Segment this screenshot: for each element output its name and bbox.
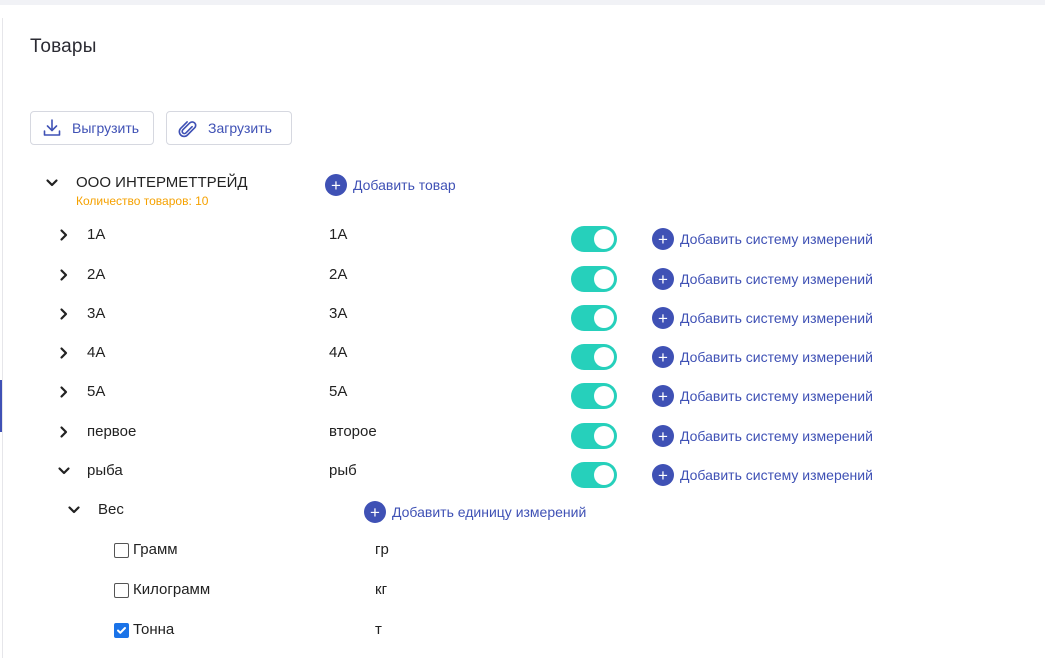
product-name: рыба [87, 462, 123, 479]
unit-abbreviation: кг [375, 581, 388, 598]
toggle-knob [594, 269, 614, 289]
add-measure-system-button[interactable]: + Добавить систему измерений [652, 307, 873, 329]
chevron-right-icon[interactable] [57, 228, 71, 247]
plus-circle-icon: + [652, 268, 674, 290]
toggle-knob [594, 386, 614, 406]
unit-abbreviation: т [375, 621, 382, 638]
plus-circle-icon: + [652, 425, 674, 447]
top-strip [0, 0, 1045, 5]
plus-circle-icon: + [325, 174, 347, 196]
add-measure-system-button[interactable]: + Добавить систему измерений [652, 268, 873, 290]
add-measure-system-label: Добавить систему измерений [680, 231, 873, 247]
add-measure-system-label: Добавить систему измерений [680, 271, 873, 287]
product-code: 4А [329, 344, 348, 361]
measure-system-name: Вес [98, 501, 124, 518]
product-row: 1А 1А + Добавить систему измерений [0, 221, 1045, 252]
product-toggle[interactable] [571, 344, 617, 370]
plus-circle-icon: + [652, 385, 674, 407]
download-icon [42, 118, 62, 138]
product-name: 2А [87, 266, 106, 283]
unit-name: Грамм [133, 541, 178, 558]
product-row: рыба рыб + Добавить систему измерений [0, 457, 1045, 488]
product-code: второе [329, 423, 377, 440]
product-row: 3А 3А + Добавить систему измерений [0, 300, 1045, 331]
plus-circle-icon: + [652, 228, 674, 250]
chevron-right-icon[interactable] [57, 268, 71, 287]
unit-checkbox[interactable] [114, 583, 129, 598]
add-product-label: Добавить товар [353, 177, 456, 193]
product-count: Количество товаров: 10 [76, 194, 209, 208]
chevron-right-icon[interactable] [57, 307, 71, 326]
product-row: 5А 5А + Добавить систему измерений [0, 378, 1045, 409]
import-label: Загрузить [208, 120, 272, 136]
add-measure-system-button[interactable]: + Добавить систему измерений [652, 425, 873, 447]
export-label: Выгрузить [72, 120, 140, 136]
toggle-knob [594, 347, 614, 367]
chevron-down-icon[interactable] [45, 176, 59, 195]
product-toggle[interactable] [571, 226, 617, 252]
add-product-button[interactable]: + Добавить товар [325, 174, 456, 196]
unit-row: Грамм гр [0, 538, 1045, 562]
product-code: 3А [329, 305, 348, 322]
product-row: 4А 4А + Добавить систему измерений [0, 339, 1045, 370]
paperclip-icon [178, 118, 198, 138]
chevron-right-icon[interactable] [57, 385, 71, 404]
add-measure-system-label: Добавить систему измерений [680, 310, 873, 326]
add-measure-system-button[interactable]: + Добавить систему измерений [652, 346, 873, 368]
left-divider [2, 18, 3, 658]
toggle-knob [594, 229, 614, 249]
chevron-right-icon[interactable] [57, 425, 71, 444]
add-measure-system-label: Добавить систему измерений [680, 467, 873, 483]
unit-name: Тонна [133, 621, 175, 638]
chevron-down-icon[interactable] [67, 503, 81, 522]
plus-circle-icon: + [364, 501, 386, 523]
toggle-knob [594, 308, 614, 328]
product-toggle[interactable] [571, 305, 617, 331]
add-measure-system-label: Добавить систему измерений [680, 428, 873, 444]
add-unit-button[interactable]: + Добавить единицу измерений [364, 501, 586, 523]
organization-name: ООО ИНТЕРМЕТТРЕЙД [76, 174, 248, 191]
product-toggle[interactable] [571, 383, 617, 409]
product-name: 1А [87, 226, 106, 243]
product-name: 5А [87, 383, 106, 400]
product-toggle[interactable] [571, 266, 617, 292]
unit-checkbox[interactable] [114, 543, 129, 558]
unit-row: Килограмм кг [0, 578, 1045, 602]
add-measure-system-button[interactable]: + Добавить систему измерений [652, 228, 873, 250]
plus-circle-icon: + [652, 464, 674, 486]
product-name: 3А [87, 305, 106, 322]
plus-circle-icon: + [652, 346, 674, 368]
add-unit-label: Добавить единицу измерений [392, 504, 587, 520]
unit-abbreviation: гр [375, 541, 389, 558]
unit-name: Килограмм [133, 581, 211, 598]
product-row: 2А 2А + Добавить систему измерений [0, 261, 1045, 292]
toggle-knob [594, 465, 614, 485]
add-measure-system-button[interactable]: + Добавить систему измерений [652, 464, 873, 486]
add-measure-system-button[interactable]: + Добавить систему измерений [652, 385, 873, 407]
chevron-down-icon[interactable] [57, 464, 71, 483]
chevron-right-icon[interactable] [57, 346, 71, 365]
product-name: 4А [87, 344, 106, 361]
product-name: первое [87, 423, 137, 440]
unit-row: Тонна т [0, 618, 1045, 642]
page-title: Товары [30, 36, 97, 57]
add-measure-system-label: Добавить систему измерений [680, 349, 873, 365]
import-button[interactable]: Загрузить [166, 111, 292, 145]
plus-circle-icon: + [652, 307, 674, 329]
product-toggle[interactable] [571, 423, 617, 449]
product-code: 5А [329, 383, 348, 400]
product-code: 1А [329, 226, 348, 243]
export-button[interactable]: Выгрузить [30, 111, 154, 145]
product-code: 2А [329, 266, 348, 283]
product-row: первое второе + Добавить систему измерени… [0, 418, 1045, 449]
product-toggle[interactable] [571, 462, 617, 488]
unit-checkbox[interactable] [114, 623, 129, 638]
add-measure-system-label: Добавить систему измерений [680, 388, 873, 404]
product-code: рыб [329, 462, 357, 479]
toggle-knob [594, 426, 614, 446]
